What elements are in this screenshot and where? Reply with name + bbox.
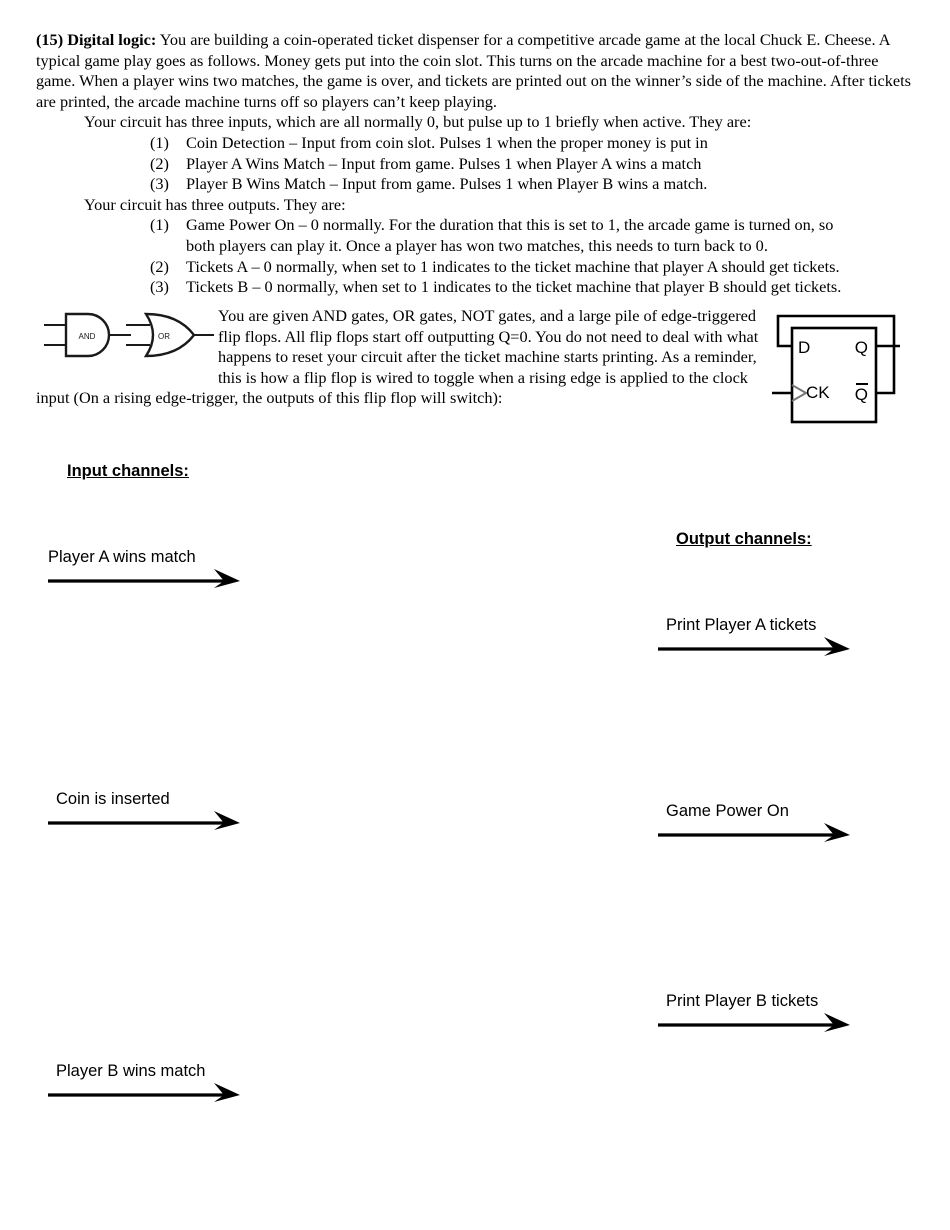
output-arrow-label: Game Power On bbox=[666, 802, 789, 820]
output-item-number: (3) bbox=[150, 277, 169, 297]
input-arrow-label: Coin is inserted bbox=[56, 790, 170, 808]
output-arrow-game-power: Game Power On bbox=[658, 802, 858, 844]
output-item-line1: Game Power On – 0 normally. For the dura… bbox=[186, 215, 834, 235]
and-gate-icon: AND bbox=[44, 312, 131, 358]
output-item-text: Tickets B – 0 normally, when set to 1 in… bbox=[186, 277, 842, 297]
input-item-text: Player B Wins Match – Input from game. P… bbox=[186, 174, 708, 194]
flipflop-d-label: D bbox=[798, 338, 810, 357]
input-item: (1) Coin Detection – Input from coin slo… bbox=[150, 133, 914, 154]
arrow-icon bbox=[658, 823, 850, 842]
arrow-icon bbox=[48, 1083, 240, 1102]
logic-gate-diagram: AND OR bbox=[44, 312, 214, 358]
problem-number: (15) bbox=[36, 30, 64, 49]
or-gate-icon: OR bbox=[126, 312, 214, 358]
problem-statement: (15) Digital logic: You are building a c… bbox=[36, 30, 914, 298]
input-arrow-coin: Coin is inserted bbox=[48, 790, 248, 832]
input-item-number: (3) bbox=[150, 174, 169, 194]
output-channels-heading: Output channels: bbox=[676, 530, 812, 548]
problem-intro-paragraph: (15) Digital logic: You are building a c… bbox=[36, 30, 914, 112]
output-item-text: Tickets A – 0 normally, when set to 1 in… bbox=[186, 256, 840, 276]
toggle-flipflop-schematic: D Q CK Q bbox=[772, 314, 900, 424]
output-arrow-tickets-a: Print Player A tickets bbox=[658, 616, 858, 658]
outputs-lead: Your circuit has three outputs. They are… bbox=[84, 194, 346, 214]
input-item-text: Coin Detection – Input from coin slot. P… bbox=[186, 132, 708, 152]
output-item-line2: both players can play it. Once a player … bbox=[186, 235, 768, 255]
flipflop-q-label: Q bbox=[855, 338, 868, 357]
problem-intro-text: You are building a coin-operated ticket … bbox=[36, 30, 911, 111]
input-channels-heading: Input channels: bbox=[67, 462, 189, 480]
input-item: (2) Player A Wins Match – Input from gam… bbox=[150, 154, 914, 175]
inputs-lead: Your circuit has three inputs, which are… bbox=[84, 112, 752, 132]
output-item: (3) Tickets B – 0 normally, when set to … bbox=[150, 277, 914, 298]
output-item: (2) Tickets A – 0 normally, when set to … bbox=[150, 257, 914, 278]
gate-symbols: AND OR bbox=[36, 306, 218, 368]
flip-flop-diagram: D Q CK Q bbox=[764, 306, 914, 424]
input-item-text: Player A Wins Match – Input from game. P… bbox=[186, 153, 702, 173]
arrow-icon bbox=[658, 1013, 850, 1032]
flipflop-ck-label: CK bbox=[806, 383, 830, 402]
input-item-number: (2) bbox=[150, 153, 169, 173]
output-arrow-label: Print Player A tickets bbox=[666, 616, 817, 634]
input-arrow-player-a: Player A wins match bbox=[48, 548, 248, 590]
output-item-text: Game Power On – 0 normally. For the dura… bbox=[186, 215, 914, 256]
and-gate-label: AND bbox=[79, 332, 96, 341]
arrow-icon bbox=[48, 569, 240, 588]
input-arrow-label: Player A wins match bbox=[48, 548, 196, 566]
output-arrow-tickets-b: Print Player B tickets bbox=[658, 992, 858, 1034]
input-item: (3) Player B Wins Match – Input from gam… bbox=[150, 174, 914, 195]
or-gate-label: OR bbox=[158, 332, 170, 341]
arrow-icon bbox=[658, 637, 850, 656]
output-item: (1) Game Power On – 0 normally. For the … bbox=[150, 215, 914, 256]
output-item-number: (1) bbox=[150, 215, 169, 235]
input-arrow-label: Player B wins match bbox=[56, 1062, 206, 1080]
output-item-number: (2) bbox=[150, 256, 169, 276]
input-arrow-player-b: Player B wins match bbox=[48, 1062, 248, 1104]
arrow-icon bbox=[48, 811, 240, 830]
flipflop-qbar-label: Q bbox=[855, 385, 868, 404]
input-item-number: (1) bbox=[150, 132, 169, 152]
problem-topic: Digital logic: bbox=[67, 30, 157, 49]
output-arrow-label: Print Player B tickets bbox=[666, 992, 819, 1010]
resources-section: AND OR D Q CK Q You are given AND gates,… bbox=[36, 306, 914, 424]
